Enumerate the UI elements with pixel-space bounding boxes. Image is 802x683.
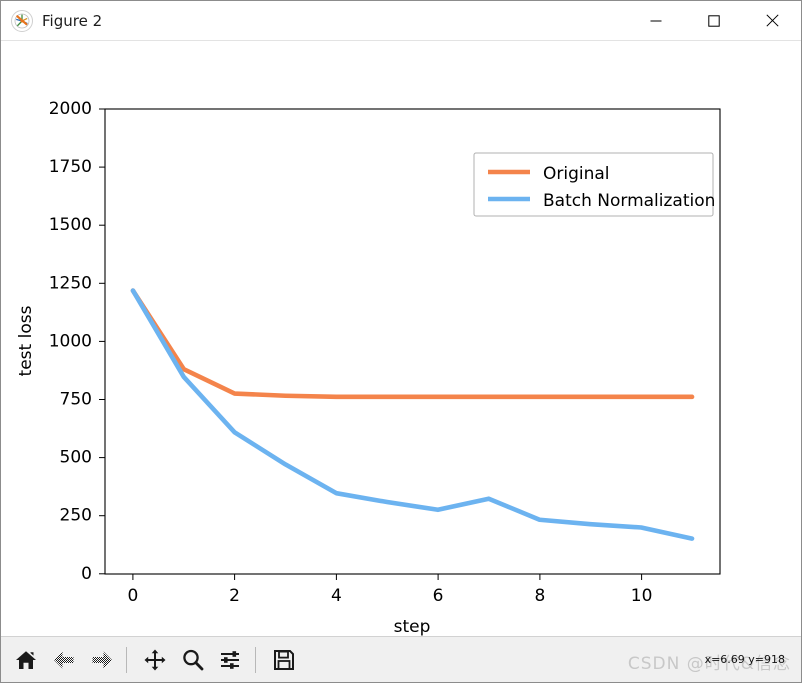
legend[interactable]: Original Batch Normalization — [473, 152, 715, 217]
figure-canvas[interactable]: 2000 1750 1500 1250 1000 750 500 250 0 0… — [1, 41, 801, 638]
y-tick-2000: 2000 — [49, 99, 105, 119]
matplotlib-icon — [11, 9, 33, 32]
legend-label-original: Original — [543, 164, 610, 184]
y-tick-500: 500 — [60, 448, 105, 468]
maximize-button[interactable] — [685, 1, 743, 41]
configure-subplots-button[interactable] — [214, 643, 248, 677]
toolbar-separator — [126, 646, 127, 673]
save-button[interactable] — [267, 643, 301, 677]
y-tick-250: 250 — [60, 506, 105, 526]
x-axis-label: step — [394, 617, 431, 637]
y-tick-label: 1000 — [49, 331, 92, 351]
y-tick-label: 1750 — [49, 157, 92, 177]
x-tick-4: 4 — [331, 574, 342, 606]
y-tick-label: 2000 — [49, 99, 92, 119]
figure-window: Figure 2 2000 1750 1500 1250 1000 750 50… — [0, 0, 802, 683]
x-tick-label: 8 — [534, 586, 545, 606]
line-series-batch-normalization — [130, 288, 695, 541]
minimize-button[interactable] — [627, 1, 685, 41]
x-tick-label: 0 — [127, 586, 138, 606]
zoom-button[interactable] — [176, 643, 210, 677]
navigation-toolbar: CSDN @时代&信念 x=6.69 y=918 — [1, 636, 801, 682]
x-tick-label: 4 — [331, 586, 342, 606]
y-tick-label: 750 — [60, 390, 92, 410]
home-button[interactable] — [9, 643, 43, 677]
window-title: Figure 2 — [42, 11, 103, 30]
y-tick-750: 750 — [60, 390, 105, 410]
legend-label-batch-normalization: Batch Normalization — [543, 191, 715, 211]
y-axis-ticks: 2000 1750 1500 1250 1000 750 500 250 0 — [49, 99, 105, 584]
plot-svg: 2000 1750 1500 1250 1000 750 500 250 0 0… — [16, 99, 721, 637]
title-bar: Figure 2 — [1, 1, 801, 41]
x-tick-label: 6 — [433, 586, 444, 606]
close-button[interactable] — [743, 1, 801, 41]
y-tick-1750: 1750 — [49, 157, 105, 177]
coordinate-readout: x=6.69 y=918 — [704, 653, 785, 666]
x-tick-label: 10 — [631, 586, 653, 606]
y-tick-label: 1250 — [49, 273, 92, 293]
y-axis-label: test loss — [16, 305, 36, 376]
y-tick-label: 500 — [60, 448, 92, 468]
x-tick-label: 2 — [229, 586, 240, 606]
y-tick-1250: 1250 — [49, 273, 105, 293]
y-tick-0: 0 — [81, 564, 105, 584]
pan-button[interactable] — [138, 643, 172, 677]
forward-button[interactable] — [85, 643, 119, 677]
toolbar-separator — [255, 646, 256, 673]
x-tick-8: 8 — [534, 574, 545, 606]
x-tick-2: 2 — [229, 574, 240, 606]
line-series-original — [130, 288, 695, 400]
y-tick-label: 250 — [60, 506, 92, 526]
x-tick-0: 0 — [127, 574, 138, 606]
x-tick-6: 6 — [433, 574, 444, 606]
window-controls — [627, 1, 801, 41]
y-tick-label: 1500 — [49, 215, 92, 235]
y-tick-1000: 1000 — [49, 331, 105, 351]
back-button[interactable] — [47, 643, 81, 677]
y-tick-label: 0 — [81, 564, 92, 584]
y-tick-1500: 1500 — [49, 215, 105, 235]
x-tick-10: 10 — [631, 574, 653, 606]
x-axis-ticks: 0 2 4 6 8 10 — [127, 574, 652, 606]
